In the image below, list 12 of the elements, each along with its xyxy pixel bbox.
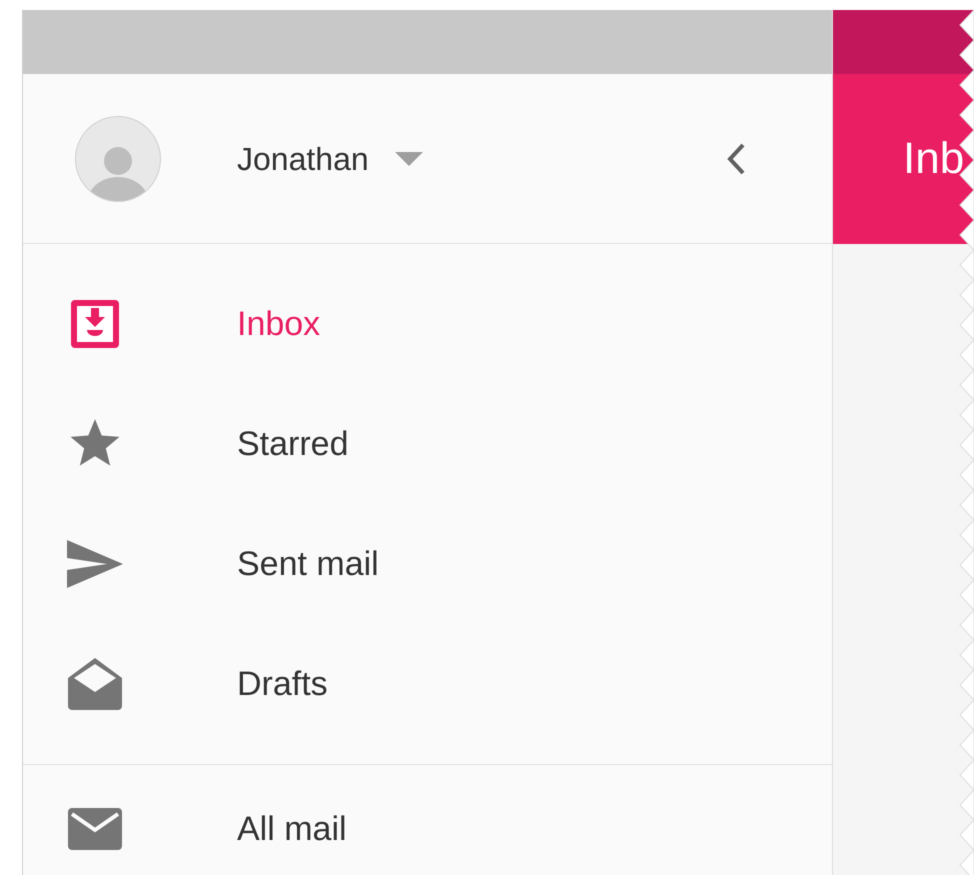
caret-icon [394, 152, 423, 166]
nav-item[interactable]: Starred [23, 384, 832, 504]
nav-item[interactable]: All mail [23, 769, 832, 875]
open-envelope-icon [68, 658, 122, 710]
header-title: Inb [903, 133, 964, 185]
envelope-icon [68, 808, 122, 850]
nav-item[interactable]: Sent mail [23, 504, 832, 624]
inbox-icon [71, 300, 119, 348]
send-icon [67, 540, 123, 588]
chevron-left-icon[interactable] [726, 142, 746, 176]
account-switcher[interactable]: Jonathan [237, 134, 423, 182]
nav-item[interactable]: Drafts [23, 624, 832, 744]
